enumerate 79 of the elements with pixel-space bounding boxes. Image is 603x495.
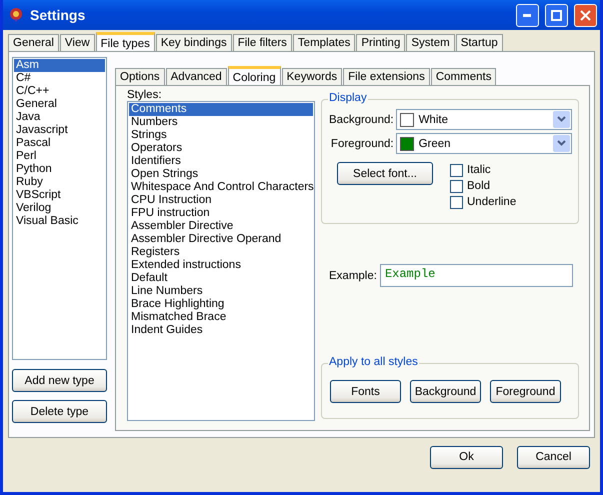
dialog-button[interactable]: Cancel <box>517 446 590 468</box>
tab[interactable]: System <box>406 34 455 51</box>
list-item[interactable]: Assembler Directive Operand <box>129 233 313 246</box>
close-button[interactable] <box>574 4 597 26</box>
list-item[interactable]: Ruby <box>14 176 105 189</box>
checkbox-label: Underline <box>467 196 516 208</box>
list-item[interactable]: Perl <box>14 150 105 163</box>
close-icon <box>580 10 591 20</box>
list-item[interactable]: Registers <box>129 246 313 259</box>
styles-list[interactable] <box>127 101 315 421</box>
checkbox-label: Italic <box>467 164 491 176</box>
list-item[interactable]: Numbers <box>129 116 313 129</box>
checkbox[interactable] <box>450 164 463 176</box>
list-item[interactable]: General <box>14 98 105 111</box>
apply-button[interactable]: Foreground <box>490 380 561 403</box>
tab[interactable]: Options <box>115 68 165 85</box>
example-label: Example: <box>329 270 377 282</box>
app-icon <box>8 7 24 23</box>
list-item[interactable]: Verilog <box>14 202 105 215</box>
tab[interactable]: Coloring <box>228 66 281 85</box>
select-font-button[interactable]: Select font... <box>337 162 433 185</box>
group-title: Display <box>328 92 368 104</box>
list-item[interactable]: Assembler Directive <box>129 220 313 233</box>
checkbox[interactable] <box>450 180 463 192</box>
tab[interactable]: File filters <box>232 34 292 51</box>
tab[interactable]: File extensions <box>343 68 430 85</box>
list-item[interactable]: Java <box>14 111 105 124</box>
tab[interactable]: Comments <box>430 68 496 85</box>
list-item[interactable]: FPU instruction <box>129 207 313 220</box>
list-item[interactable]: Pascal <box>14 137 105 150</box>
list-item[interactable]: Strings <box>129 129 313 142</box>
list-item[interactable]: Line Numbers <box>129 285 313 298</box>
type-button[interactable]: Add new type <box>12 369 107 392</box>
list-item[interactable]: Operators <box>129 142 313 155</box>
list-item[interactable]: Visual Basic <box>14 215 105 228</box>
tab[interactable]: Printing <box>356 34 406 51</box>
window-title: Settings <box>30 7 86 23</box>
tab[interactable]: View <box>60 34 95 51</box>
list-item[interactable]: Mismatched Brace <box>129 311 313 324</box>
tab[interactable]: Keywords <box>282 68 342 85</box>
list-item[interactable]: Python <box>14 163 105 176</box>
list-item[interactable]: Javascript <box>14 124 105 137</box>
type-button[interactable]: Delete type <box>12 400 107 423</box>
maximize-icon <box>551 10 562 20</box>
list-item[interactable]: Whitespace And Control Characters <box>129 181 313 194</box>
list-item[interactable]: Extended instructions <box>129 259 313 272</box>
list-item[interactable]: C# <box>14 72 105 85</box>
checkbox[interactable] <box>450 196 463 208</box>
list-item[interactable]: CPU Instruction <box>129 194 313 207</box>
tab[interactable]: Templates <box>292 34 356 51</box>
group-title: Apply to all styles <box>328 356 419 368</box>
list-item[interactable]: C/C++ <box>14 85 105 98</box>
list-item[interactable]: Indent Guides <box>129 324 313 337</box>
file-type-list[interactable]: Asm C# C/C++ General Java Javascript Pascal Perl Python Ruby VBScript Verilog Visual Basic <box>12 57 107 360</box>
tab[interactable]: General <box>8 34 59 51</box>
maximize-button[interactable] <box>545 4 568 26</box>
list-item[interactable]: Open Strings <box>129 168 313 181</box>
color-label: Foreground: <box>330 138 394 150</box>
color-dropdown[interactable]: White <box>396 109 572 130</box>
minimize-button[interactable] <box>516 4 539 26</box>
color-dropdown[interactable]: Green <box>396 133 572 154</box>
color-label: Background: <box>329 114 394 126</box>
minimize-icon <box>523 14 532 16</box>
styles-label: Styles: <box>127 89 163 101</box>
dialog-button[interactable]: Ok <box>430 446 503 468</box>
tab[interactable]: Startup <box>456 34 503 51</box>
checkbox-label: Bold <box>467 180 490 192</box>
example-field[interactable]: Example <box>380 264 573 287</box>
list-item[interactable]: Asm <box>14 59 105 72</box>
apply-button[interactable]: Fonts <box>330 380 401 403</box>
list-item[interactable]: Comments <box>129 103 313 116</box>
list-item[interactable]: Brace Highlighting <box>129 298 313 311</box>
tab[interactable]: File types <box>96 32 155 51</box>
tab[interactable]: Advanced <box>166 68 227 85</box>
list-item[interactable]: VBScript <box>14 189 105 202</box>
tab[interactable]: Key bindings <box>156 34 232 51</box>
list-item[interactable]: Identifiers <box>129 155 313 168</box>
apply-button[interactable]: Background <box>410 380 481 403</box>
list-item[interactable]: Default <box>129 272 313 285</box>
